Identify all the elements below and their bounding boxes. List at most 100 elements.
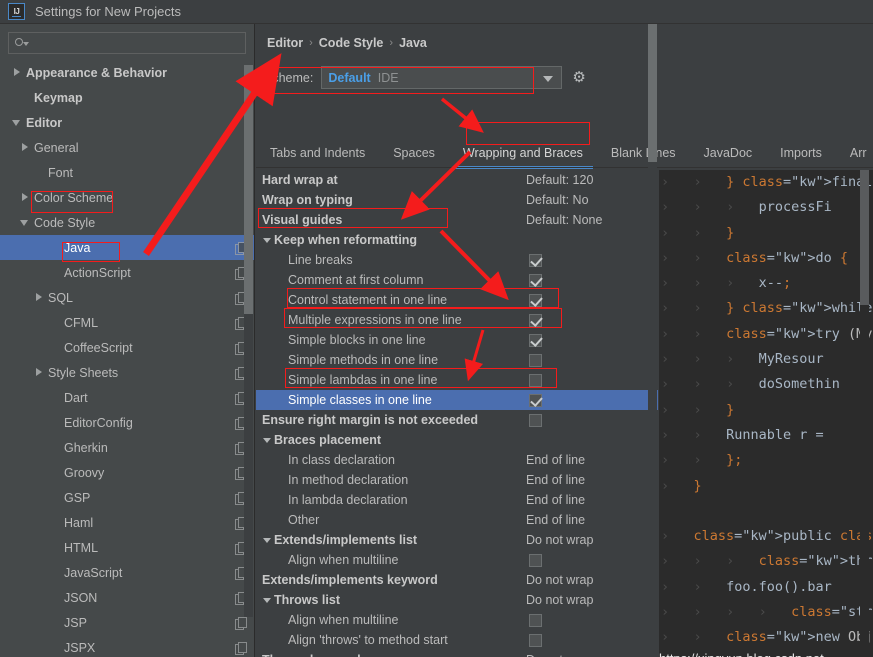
copy-scheme-icon[interactable] (235, 642, 246, 654)
setting-checkbox[interactable] (529, 274, 542, 287)
setting-value[interactable]: End of line (526, 493, 585, 507)
setting-value[interactable]: Default: 120 (526, 173, 593, 187)
setting-row-other[interactable]: OtherEnd of line (256, 510, 658, 530)
sidebar-item-actionscript[interactable]: ActionScript (0, 260, 254, 285)
sidebar-item-code-style[interactable]: Code Style (0, 210, 254, 235)
sidebar-item-json[interactable]: JSON (0, 585, 254, 610)
setting-row-align-throws-to-method-start[interactable]: Align 'throws' to method start (256, 630, 658, 650)
setting-row-wrap-on-typing[interactable]: Wrap on typingDefault: No (256, 190, 658, 210)
sidebar-item-font[interactable]: Font (0, 160, 254, 185)
sidebar-item-dart[interactable]: Dart (0, 385, 254, 410)
chevron-right-icon[interactable] (12, 67, 23, 78)
setting-row-in-lambda-declaration[interactable]: In lambda declarationEnd of line (256, 490, 658, 510)
setting-row-throws-list[interactable]: Throws listDo not wrap (256, 590, 658, 610)
breadcrumb-item-java[interactable]: Java (399, 36, 427, 50)
preview-scrollbar-thumb[interactable] (860, 170, 869, 305)
sidebar-item-keymap[interactable]: Keymap (0, 85, 254, 110)
setting-row-braces-placement[interactable]: Braces placement (256, 430, 658, 450)
setting-value[interactable]: End of line (526, 453, 585, 467)
search-field[interactable] (8, 32, 246, 54)
gear-icon[interactable]: ⚙ (572, 70, 588, 86)
chevron-down-icon[interactable] (262, 234, 274, 246)
sidebar-item-editor[interactable]: Editor (0, 110, 254, 135)
sidebar-item-gsp[interactable]: GSP (0, 485, 254, 510)
setting-checkbox[interactable] (529, 634, 542, 647)
setting-row-hard-wrap-at[interactable]: Hard wrap atDefault: 120 (256, 170, 658, 190)
chevron-right-icon[interactable] (20, 142, 31, 153)
setting-value[interactable]: Do not wrap (526, 593, 593, 607)
tab-imports[interactable]: Imports (766, 142, 836, 166)
sidebar-scrollbar-thumb[interactable] (244, 65, 253, 314)
breadcrumb-item-code-style[interactable]: Code Style (319, 36, 384, 50)
breadcrumb-item-editor[interactable]: Editor (267, 36, 303, 50)
setting-row-extends-implements-list[interactable]: Extends/implements listDo not wrap (256, 530, 658, 550)
setting-checkbox[interactable] (529, 254, 542, 267)
chevron-right-icon[interactable] (20, 192, 31, 203)
setting-checkbox[interactable] (529, 394, 542, 407)
chevron-down-icon[interactable] (262, 434, 274, 446)
chevron-right-icon[interactable] (34, 292, 45, 303)
setting-row-simple-methods-in-one-line[interactable]: Simple methods in one line (256, 350, 658, 370)
tab-spaces[interactable]: Spaces (379, 142, 449, 166)
setting-row-simple-classes-in-one-line[interactable]: Simple classes in one line (256, 390, 658, 410)
sidebar-item-appearance-behavior[interactable]: Appearance & Behavior (0, 60, 254, 85)
sidebar-item-color-scheme[interactable]: Color Scheme (0, 185, 254, 210)
setting-row-line-breaks[interactable]: Line breaks (256, 250, 658, 270)
setting-checkbox[interactable] (529, 314, 542, 327)
setting-value[interactable]: End of line (526, 473, 585, 487)
chevron-down-icon[interactable] (20, 217, 31, 228)
setting-value[interactable]: Do not wrap (526, 573, 593, 587)
chevron-down-icon[interactable] (12, 117, 23, 128)
setting-row-extends-implements-keyword[interactable]: Extends/implements keywordDo not wrap (256, 570, 658, 590)
sidebar-item-coffeescript[interactable]: CoffeeScript (0, 335, 254, 360)
scheme-dropdown[interactable]: Default IDE (321, 66, 562, 89)
sidebar-item-javascript[interactable]: JavaScript (0, 560, 254, 585)
sidebar-item-general[interactable]: General (0, 135, 254, 160)
sidebar-item-java[interactable]: Java (0, 235, 254, 260)
tab-tabs-and-indents[interactable]: Tabs and Indents (256, 142, 379, 166)
setting-checkbox[interactable] (529, 354, 542, 367)
sidebar-item-sql[interactable]: SQL (0, 285, 254, 310)
setting-row-in-method-declaration[interactable]: In method declarationEnd of line (256, 470, 658, 490)
tab-arr[interactable]: Arr (836, 142, 873, 166)
setting-checkbox[interactable] (529, 414, 542, 427)
setting-row-multiple-expressions-in-one-line[interactable]: Multiple expressions in one line (256, 310, 658, 330)
sidebar-item-jsp[interactable]: JSP (0, 610, 254, 635)
tab-blank-lines[interactable]: Blank Lines (597, 142, 690, 166)
setting-row-simple-blocks-in-one-line[interactable]: Simple blocks in one line (256, 330, 658, 350)
setting-value[interactable]: Do not wrap (526, 653, 593, 657)
search-input[interactable] (30, 36, 245, 50)
sidebar-item-jspx[interactable]: JSPX (0, 635, 254, 657)
tab-javadoc[interactable]: JavaDoc (690, 142, 767, 166)
setting-checkbox[interactable] (529, 554, 542, 567)
setting-row-visual-guides[interactable]: Visual guidesDefault: None (256, 210, 658, 230)
setting-row-in-class-declaration[interactable]: In class declarationEnd of line (256, 450, 658, 470)
setting-value[interactable]: End of line (526, 513, 585, 527)
settings-scrollbar-thumb[interactable] (648, 24, 657, 162)
setting-row-simple-lambdas-in-one-line[interactable]: Simple lambdas in one line (256, 370, 658, 390)
sidebar-item-gherkin[interactable]: Gherkin (0, 435, 254, 460)
chevron-right-icon[interactable] (34, 367, 45, 378)
setting-row-align-when-multiline[interactable]: Align when multiline (256, 550, 658, 570)
copy-scheme-icon[interactable] (235, 617, 246, 629)
chevron-down-icon[interactable] (262, 534, 274, 546)
chevron-down-icon[interactable] (262, 594, 274, 606)
tab-wrapping-and-braces[interactable]: Wrapping and Braces (449, 142, 597, 166)
setting-row-keep-when-reformatting[interactable]: Keep when reformatting (256, 230, 658, 250)
setting-checkbox[interactable] (529, 294, 542, 307)
chevron-down-icon[interactable] (543, 76, 553, 82)
sidebar-item-style-sheets[interactable]: Style Sheets (0, 360, 254, 385)
setting-value[interactable]: Default: No (526, 193, 589, 207)
setting-row-ensure-right-margin-is-not-exceeded[interactable]: Ensure right margin is not exceeded (256, 410, 658, 430)
setting-checkbox[interactable] (529, 614, 542, 627)
sidebar-item-editorconfig[interactable]: EditorConfig (0, 410, 254, 435)
sidebar-item-cfml[interactable]: CFML (0, 310, 254, 335)
setting-checkbox[interactable] (529, 374, 542, 387)
setting-row-align-when-multiline[interactable]: Align when multiline (256, 610, 658, 630)
setting-row-control-statement-in-one-line[interactable]: Control statement in one line (256, 290, 658, 310)
sidebar-item-groovy[interactable]: Groovy (0, 460, 254, 485)
sidebar-item-haml[interactable]: Haml (0, 510, 254, 535)
setting-row-comment-at-first-column[interactable]: Comment at first column (256, 270, 658, 290)
setting-checkbox[interactable] (529, 334, 542, 347)
setting-value[interactable]: Do not wrap (526, 533, 593, 547)
